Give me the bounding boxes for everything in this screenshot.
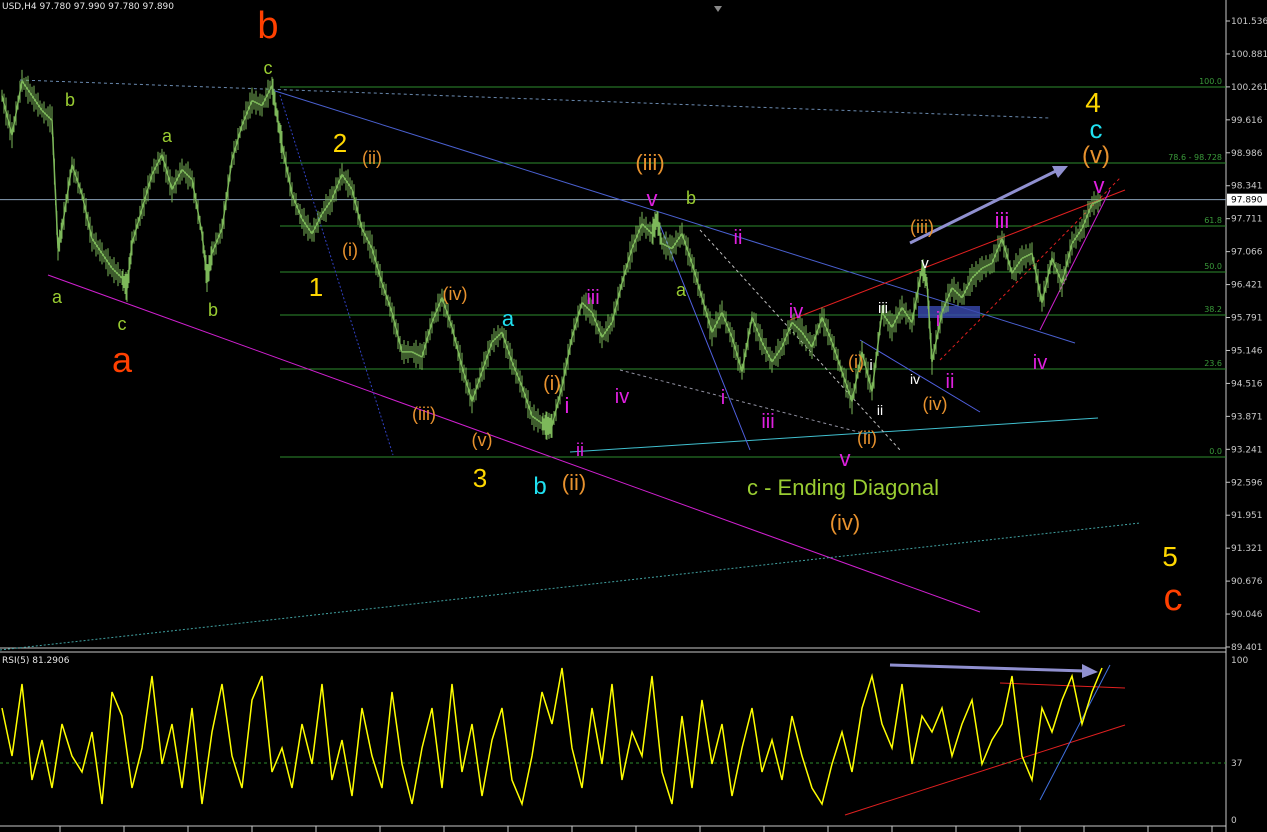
price-axis-label: 100.261 — [1231, 83, 1267, 93]
price-axis-label: 97.711 — [1231, 215, 1263, 225]
wave-label: (v) — [472, 430, 493, 450]
wave-label: b — [686, 188, 696, 208]
price-axis-label: 94.516 — [1231, 379, 1263, 389]
wave-label: 3 — [473, 463, 487, 493]
wave-label: (iii) — [635, 150, 664, 175]
wave-label: 2 — [333, 128, 347, 158]
wave-label: 5 — [1162, 541, 1178, 572]
wave-label: ii — [576, 440, 584, 460]
wave-label: (i) — [543, 373, 561, 395]
wave-label: iii — [586, 287, 599, 309]
chart-canvas: 101.536 100.881 100.261 99.616 98.986 98.341 9… — [0, 0, 1267, 832]
fib-level-label: 61.8 — [1204, 216, 1222, 225]
wave-label: a — [112, 339, 133, 380]
price-axis-label: 90.676 — [1231, 577, 1263, 587]
wave-label: (ii) — [362, 148, 382, 168]
wave-label: iv — [789, 301, 803, 323]
wave-label: (iii) — [910, 217, 934, 237]
wave-label: v — [1094, 173, 1105, 198]
wave-label: b — [208, 300, 218, 320]
price-axis-label: 95.146 — [1231, 346, 1263, 356]
price-axis-label: 95.791 — [1231, 314, 1263, 324]
wave-label: v — [840, 446, 851, 471]
wave-label: a — [502, 306, 515, 331]
wave-label: iii — [761, 411, 774, 433]
price-zone-box — [918, 306, 980, 318]
wave-label: i — [869, 357, 872, 374]
price-axis-label: 98.341 — [1231, 182, 1263, 192]
wave-label: a — [52, 287, 63, 307]
wave-label: b — [533, 473, 546, 500]
wave-label: b — [257, 5, 278, 47]
price-axis-label: 100.881 — [1231, 50, 1267, 60]
wave-label: b — [65, 90, 75, 110]
wave-label: i — [565, 393, 570, 418]
price-axis-label: 89.401 — [1231, 643, 1263, 653]
wave-label: 1 — [309, 272, 323, 302]
wave-label: i — [936, 309, 940, 331]
chart-background — [0, 0, 1267, 832]
fib-level-label: 38.2 — [1204, 305, 1222, 314]
fib-level-label: 50.0 — [1204, 262, 1222, 271]
wave-label: c — [264, 58, 273, 78]
fib-level-label: 0.0 — [1209, 447, 1222, 456]
price-axis-label: 96.421 — [1231, 281, 1263, 291]
fib-level-label: 78.6 - 98.728 — [1168, 153, 1222, 162]
wave-label: (ii) — [857, 428, 877, 448]
wave-label: v — [921, 255, 929, 272]
wave-label: (v) — [1082, 142, 1110, 169]
wave-label: iv — [1033, 352, 1047, 374]
price-axis-label: 101.536 — [1231, 17, 1267, 27]
price-axis-label: 91.951 — [1231, 511, 1263, 521]
fib-level-label: 23.6 — [1204, 359, 1222, 368]
price-axis-label: 92.596 — [1231, 478, 1263, 488]
wave-label: (iv) — [830, 510, 861, 535]
wave-label: ii — [877, 402, 883, 418]
wave-label: i — [721, 387, 725, 409]
wave-label: (iv) — [443, 284, 468, 304]
wave-label: (iii) — [412, 404, 436, 424]
price-axis-label: 90.046 — [1231, 610, 1263, 620]
wave-label: ii — [946, 371, 955, 393]
price-axis-label: 99.616 — [1231, 116, 1263, 126]
wave-label: ii — [734, 227, 743, 249]
fib-level-label: 100.0 — [1199, 77, 1222, 86]
wave-label: (ii) — [562, 470, 586, 495]
wave-label: c — [118, 314, 127, 334]
wave-label: (i) — [342, 240, 358, 260]
wave-label: c - Ending Diagonal — [747, 475, 939, 500]
price-axis-label: 93.871 — [1231, 412, 1263, 422]
wave-label: v — [647, 186, 658, 211]
rsi-axis-label: 100 — [1231, 656, 1248, 666]
current-price-value: 97.890 — [1231, 196, 1263, 206]
price-axis-label: 97.066 — [1231, 248, 1263, 258]
wave-label: (iv) — [923, 394, 948, 414]
price-axis-label: 98.986 — [1231, 149, 1263, 159]
price-axis-label: 93.241 — [1231, 445, 1263, 455]
wave-label: iii — [995, 208, 1010, 233]
rsi-axis-label: 37 — [1231, 759, 1242, 769]
wave-label: (i) — [848, 352, 864, 372]
wave-label: c — [1164, 577, 1183, 619]
wave-label: iv — [910, 371, 920, 387]
wave-label: a — [162, 126, 173, 146]
price-axis-label: 91.321 — [1231, 544, 1263, 554]
rsi-header: RSI(5) 81.2906 — [2, 656, 70, 666]
wave-label: iv — [615, 386, 629, 408]
wave-label: a — [676, 280, 687, 300]
wave-label: iii — [878, 300, 888, 317]
rsi-axis-label: 0 — [1231, 816, 1237, 826]
wave-label: c — [1090, 114, 1103, 144]
symbol-header: USD,H4 97.780 97.990 97.780 97.890 — [2, 2, 174, 12]
